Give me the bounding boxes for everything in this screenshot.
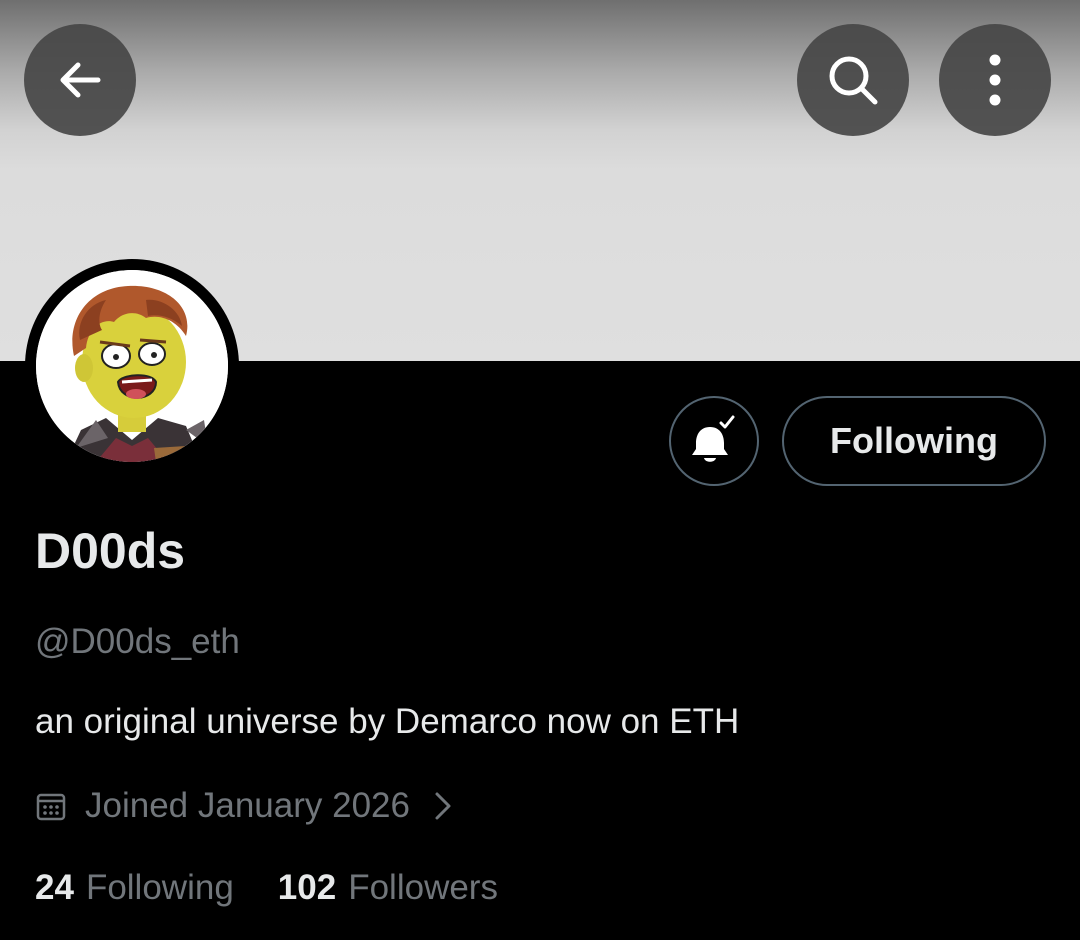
followers-stat[interactable]: 102 Followers (278, 866, 498, 910)
following-button[interactable]: Following (782, 396, 1046, 486)
calendar-icon (36, 793, 66, 821)
following-count: 24 (35, 868, 74, 907)
more-vertical-icon (989, 54, 1001, 106)
followers-label: Followers (348, 868, 498, 907)
following-label: Following (85, 868, 234, 907)
profile-bio: an original universe by Demarco now on E… (35, 702, 740, 741)
profile-display-name: D00ds (35, 523, 186, 579)
search-button[interactable] (797, 24, 909, 136)
arrow-left-icon (60, 62, 101, 98)
bell-check-icon (692, 415, 735, 462)
back-button[interactable] (24, 24, 136, 136)
joined-date-row[interactable]: Joined January 2026 (35, 783, 452, 829)
search-icon (829, 56, 878, 105)
chevron-right-icon (434, 790, 452, 822)
notifications-button[interactable] (669, 396, 759, 486)
joined-date-text: Joined January 2026 (85, 786, 410, 825)
profile-stats: 24 Following 102 Followers (35, 866, 498, 910)
profile-handle: @D00ds_eth (35, 622, 240, 661)
profile-avatar[interactable] (25, 259, 239, 473)
followers-count: 102 (277, 868, 337, 907)
more-options-button[interactable] (939, 24, 1051, 136)
following-stat[interactable]: 24 Following (35, 866, 234, 910)
cartoon-avatar (36, 270, 228, 462)
